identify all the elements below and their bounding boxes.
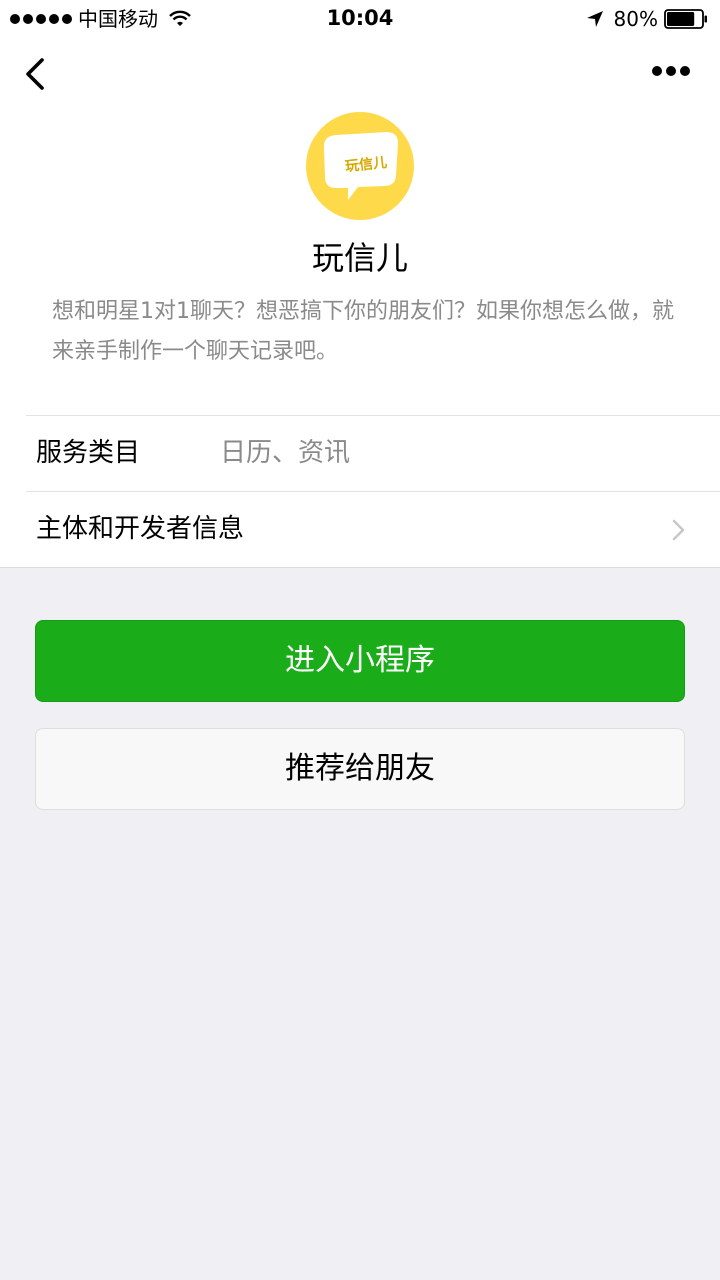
- app-name: 玩信儿: [311, 239, 408, 277]
- status-right: 80%: [586, 6, 708, 32]
- chevron-right-icon: [672, 519, 685, 541]
- recommend-to-friend-button[interactable]: 推荐给朋友: [35, 728, 685, 810]
- app-description: 想和明星1对1聊天？想恶搞下你的朋友们？如果你想怎么做，就来亲手制作一个聊天记录…: [52, 299, 674, 364]
- service-category-row: 服务类目 日历、资讯: [0, 416, 720, 491]
- back-icon[interactable]: [20, 54, 50, 94]
- battery-percent: 80%: [613, 7, 658, 31]
- developer-info-row[interactable]: 主体和开发者信息: [0, 492, 720, 567]
- more-dots-icon[interactable]: [652, 66, 690, 80]
- developer-info-label: 主体和开发者信息: [36, 514, 245, 544]
- service-category-value: 日历、资讯: [220, 438, 351, 468]
- enter-mini-program-button[interactable]: 进入小程序: [35, 620, 685, 702]
- divider: [0, 567, 720, 568]
- battery-icon: [664, 9, 707, 29]
- location-arrow-icon: [586, 11, 603, 27]
- app-logo: 玩信儿: [306, 112, 414, 220]
- status-bar: 中国移动 10:04 80%: [0, 0, 720, 38]
- service-category-label: 服务类目: [36, 438, 141, 468]
